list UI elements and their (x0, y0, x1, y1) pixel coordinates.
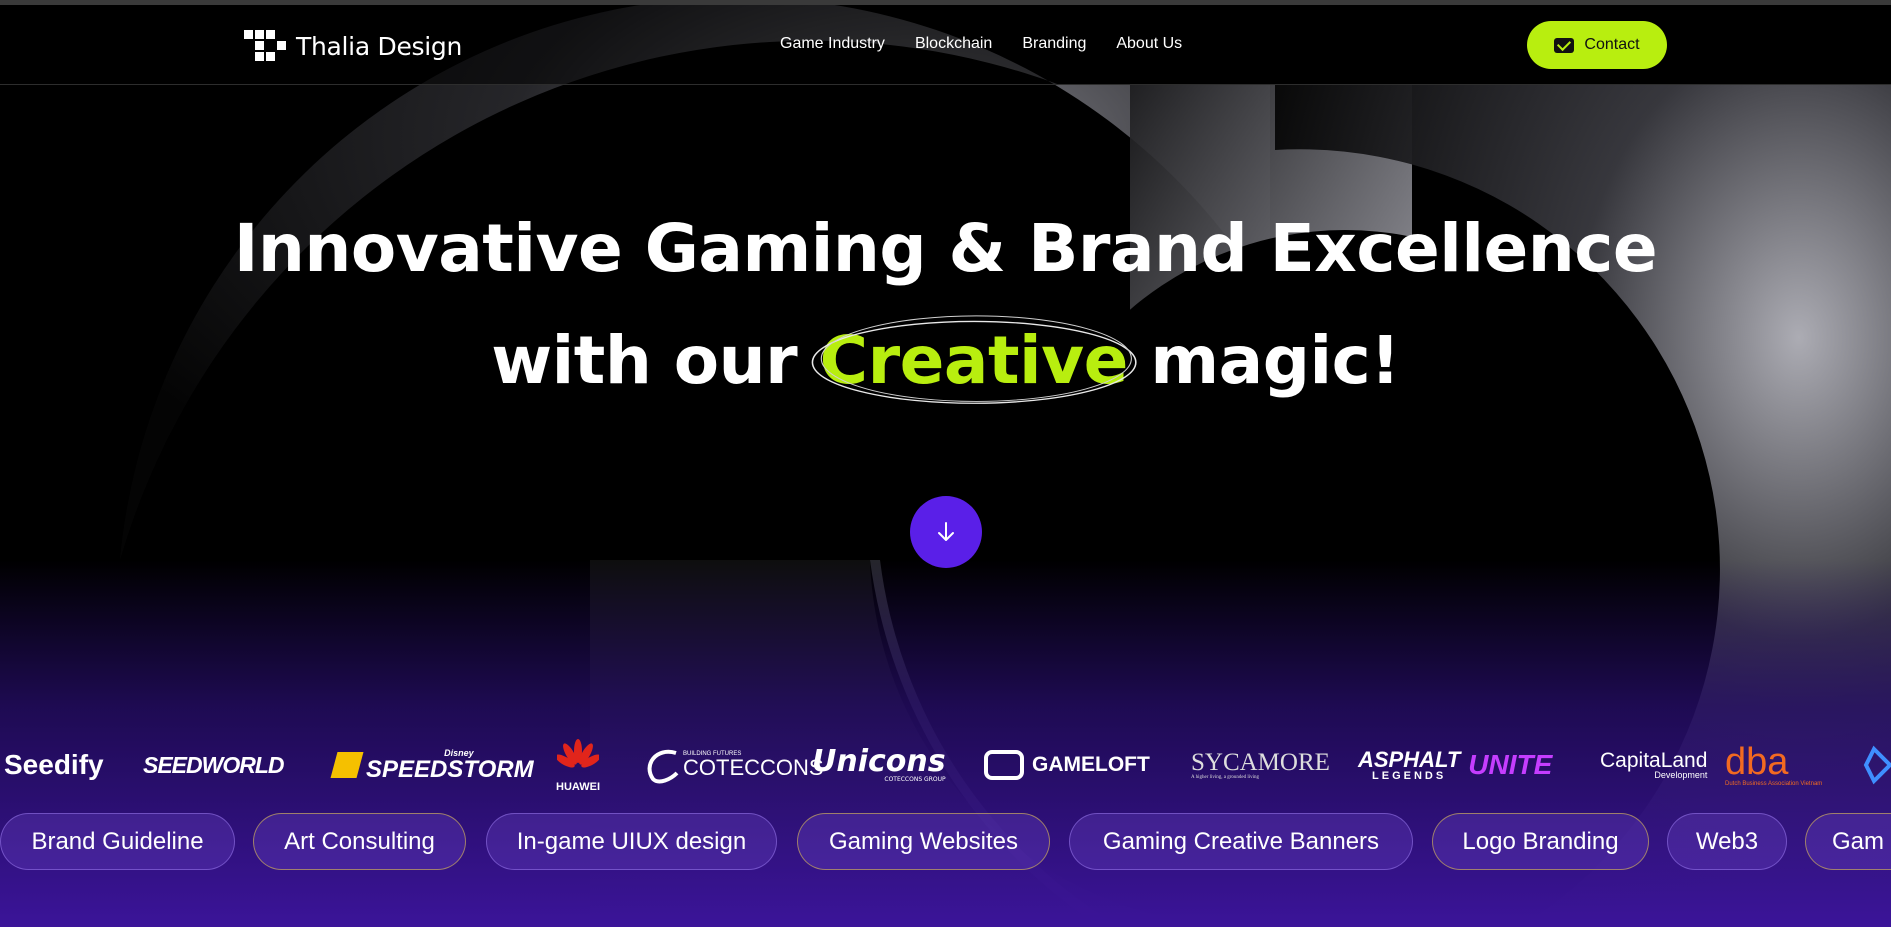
logo-capitaland: CapitaLand Development (1600, 720, 1707, 810)
main-nav: Game Industry Blockchain Branding About … (780, 35, 1182, 53)
tag-logo-branding[interactable]: Logo Branding (1432, 813, 1649, 870)
speedstorm-icon (330, 752, 364, 778)
unicons-sub: COTECCONS GROUP (884, 776, 946, 783)
scroll-down-button[interactable] (910, 496, 982, 568)
gameloft-text: GAMELOFT (1032, 753, 1150, 776)
coteccons-text: COTECCONS (683, 755, 824, 780)
logo-seedworld: SEEDWORLD (143, 751, 284, 778)
huawei-text: HUAWEI (556, 781, 600, 793)
tag-gaming-partial[interactable]: Gam (1805, 813, 1891, 870)
huawei-flower-icon (557, 739, 599, 768)
logo-sycamore: SYCAMORE A higher living, a grounded liv… (1191, 720, 1330, 810)
logo-unicons: Unicons COTECCONS GROUP (812, 720, 946, 810)
speedstorm-text: SPEEDSTORM (366, 755, 534, 783)
asphalt-sub: LEGENDS (1372, 769, 1447, 782)
logo-sub: Design (377, 31, 463, 61)
arrow-down-icon (938, 522, 954, 541)
logo-text: Thalia Design (296, 32, 462, 61)
dba-text: dba (1725, 741, 1789, 783)
tag-web3[interactable]: Web3 (1667, 813, 1787, 870)
client-logos: Seedify SEEDWORLD Disney SPEEDSTORM HUAW… (0, 720, 1891, 810)
sycamore-text: SYCAMORE (1191, 749, 1330, 776)
service-tags: Brand Guideline Art Consulting In-game U… (0, 813, 1891, 871)
logo-main: Thalia (296, 31, 370, 61)
tag-gaming-creative-banners[interactable]: Gaming Creative Banners (1069, 813, 1413, 870)
asphalt-text: ASPHALT (1358, 746, 1461, 772)
header: Thalia Design Game Industry Blockchain B… (0, 5, 1891, 85)
nav-about-us[interactable]: About Us (1116, 35, 1182, 53)
window-top-bar (0, 0, 1891, 5)
logo-huawei: HUAWEI (556, 720, 600, 810)
dba-sub: Dutch Business Association Vietnam (1725, 781, 1823, 787)
unicons-text: Unicons (812, 744, 946, 779)
logo-dba: dba Dutch Business Association Vietnam (1725, 720, 1822, 810)
hero-title-line1: Innovative Gaming & Brand Excellence (233, 210, 1658, 287)
page: Thalia Design Game Industry Blockchain B… (0, 0, 1891, 927)
capitaland-sub: Development (1654, 770, 1708, 780)
hero-title-line2: with our Creative magic! (0, 315, 1891, 404)
gameloft-icon (984, 750, 1024, 780)
unite-text: UNITE (1468, 749, 1553, 780)
logo[interactable]: Thalia Design (244, 29, 462, 63)
logo-gameloft: GAMELOFT (984, 720, 1150, 810)
hero-line2-before: with our (491, 322, 798, 399)
logo-asphalt-unite: ASPHALT LEGENDS UNITE (1358, 720, 1552, 810)
nav-game-industry[interactable]: Game Industry (780, 35, 885, 53)
hero-line2-after: magic! (1150, 322, 1400, 399)
contact-button[interactable]: Contact (1527, 21, 1667, 69)
coteccons-swoosh-icon (647, 749, 679, 784)
tag-brand-guideline[interactable]: Brand Guideline (0, 813, 235, 870)
sycamore-sub: A higher living, a grounded living (1191, 775, 1260, 780)
mail-icon (1554, 37, 1575, 53)
logo-speedstorm: Disney SPEEDSTORM (330, 720, 534, 810)
contact-label: Contact (1584, 36, 1640, 53)
partial-logo-icon (1863, 745, 1891, 785)
hero-highlight: Creative (811, 315, 1137, 404)
logo-seedify: Seedify (4, 749, 104, 780)
scribble-circle-icon (811, 315, 1137, 404)
logo-coteccons: BUILDING FUTURES COTECCONS (641, 720, 824, 810)
nav-branding[interactable]: Branding (1022, 35, 1086, 53)
nav-blockchain[interactable]: Blockchain (915, 35, 992, 53)
tag-art-consulting[interactable]: Art Consulting (253, 813, 466, 870)
logo-icon (244, 30, 286, 62)
tag-gaming-websites[interactable]: Gaming Websites (797, 813, 1050, 870)
tag-in-game-uiux[interactable]: In-game UIUX design (486, 813, 777, 870)
capitaland-text: CapitaLand (1600, 749, 1708, 772)
